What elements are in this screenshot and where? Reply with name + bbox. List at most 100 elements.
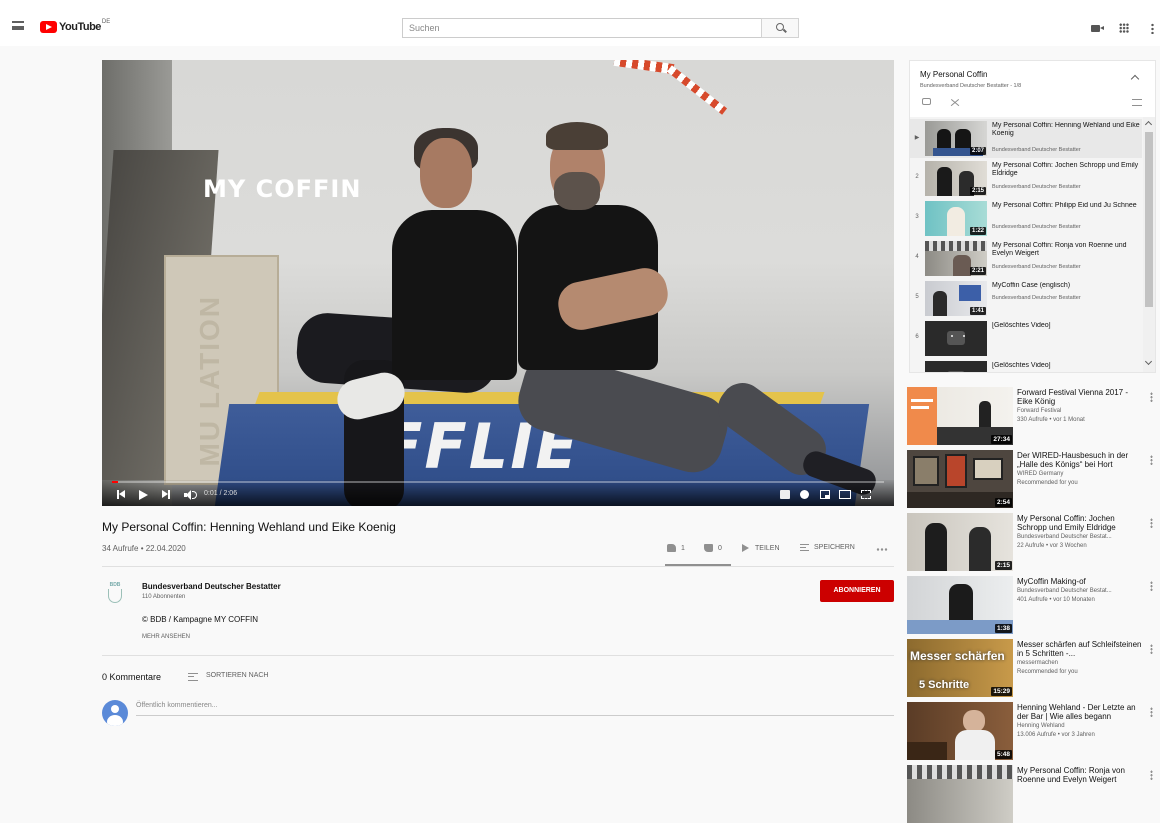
save-label: SPEICHERN <box>814 544 855 551</box>
recommendation-title: Der WIRED-Hausbesuch in der „Halle des K… <box>1017 451 1129 469</box>
recommendation-item[interactable]: Messer schärfen 5 Schritte 15:29 Messer … <box>907 639 1157 697</box>
recommendation-item[interactable]: 27:34 Forward Festival Vienna 2017 - Eik… <box>907 387 1157 445</box>
person-1-head <box>420 138 472 208</box>
duration-badge: 2:15 <box>994 561 1012 570</box>
subtitles-icon[interactable] <box>780 490 790 499</box>
shuffle-icon[interactable] <box>950 98 959 106</box>
playlist-scrollbar[interactable] <box>1143 117 1155 372</box>
show-more-button[interactable]: MEHR ANSEHEN <box>142 634 190 640</box>
recommendation-item[interactable]: 2:15 My Personal Coffin: Jochen Schropp … <box>907 513 1157 571</box>
playlist-item[interactable]: 5 1:41 MyCoffin Case (englisch) Bundesve… <box>910 279 1142 318</box>
thumb-up-icon <box>667 544 676 552</box>
hamburger-menu-icon[interactable] <box>12 21 24 30</box>
progress-bar[interactable] <box>112 481 884 483</box>
settings-gear-icon[interactable] <box>800 490 809 499</box>
more-vert-icon[interactable] <box>1150 644 1153 654</box>
theater-mode-icon[interactable] <box>839 490 851 499</box>
playlist-item[interactable]: ▶ 2:07 My Personal Coffin: Henning Wehla… <box>910 119 1142 158</box>
playlist-item-channel: Bundesverband Deutscher Bestatter <box>992 295 1081 301</box>
scene-board-text: MU LATION <box>194 295 225 467</box>
duration-badge: 15:29 <box>991 687 1012 696</box>
create-video-icon[interactable] <box>1091 25 1104 32</box>
previous-icon[interactable] <box>117 490 126 500</box>
recommendation-title: Messer schärfen auf Schleifsteinen in 5 … <box>1017 640 1142 658</box>
search-input[interactable]: Suchen <box>402 18 761 38</box>
thumbnail-overlay-text: 5 Schritte <box>919 679 970 691</box>
more-vert-icon[interactable] <box>1150 392 1153 402</box>
channel-avatar[interactable]: BDB <box>104 582 126 606</box>
miniplayer-icon[interactable] <box>820 490 830 499</box>
youtube-logo[interactable]: YouTube DE <box>40 19 110 33</box>
playlist-item[interactable]: 7 [Gelöschtes Video] <box>910 359 1142 372</box>
share-button[interactable]: TEILEN <box>742 544 780 552</box>
dislike-button[interactable]: 0 <box>704 544 722 552</box>
chevron-down-icon[interactable] <box>1144 357 1153 366</box>
like-button[interactable]: 1 <box>667 544 685 552</box>
playlist-item[interactable]: 4 2:21 My Personal Coffin: Ronja von Roe… <box>910 239 1142 278</box>
recommendation-item[interactable]: 5:48 Henning Wehland - Der Letzte an der… <box>907 702 1157 760</box>
save-button[interactable]: SPEICHERN <box>800 544 855 551</box>
thumb-figure <box>955 730 995 760</box>
recommendation-title: Forward Festival Vienna 2017 - Eike Köni… <box>1017 388 1129 406</box>
search-button[interactable] <box>761 18 799 38</box>
chevron-up-icon[interactable] <box>1130 74 1140 84</box>
video-player[interactable]: MU LATION MY COFFIN FFLIE 0:01 / 2:06 <box>102 60 894 506</box>
playlist-item[interactable]: 2 2:15 My Personal Coffin: Jochen Schrop… <box>910 159 1142 198</box>
playlist-thumbnail: 2:15 <box>925 161 987 196</box>
subscribe-button[interactable]: ABONNIEREN <box>820 580 894 602</box>
channel-name[interactable]: Bundesverband Deutscher Bestatter <box>142 582 281 591</box>
recommendation-thumbnail <box>907 765 1013 823</box>
playlist-save-icon[interactable] <box>1132 99 1142 106</box>
comment-input[interactable]: Öffentlich kommentieren... <box>136 702 894 716</box>
loop-icon[interactable] <box>922 98 931 105</box>
scrollbar-thumb[interactable] <box>1145 132 1153 307</box>
playlist-item[interactable]: 3 1:22 My Personal Coffin: Philipp Eid u… <box>910 199 1142 238</box>
thumb-slide <box>907 387 937 445</box>
playlist-item-title: My Personal Coffin: Philipp Eid und Ju S… <box>992 202 1137 209</box>
settings-more-icon[interactable] <box>1151 23 1154 34</box>
recommendation-item[interactable]: 2:54 Der WIRED-Hausbesuch in der „Halle … <box>907 450 1157 508</box>
duration-badge: 1:41 <box>969 307 986 315</box>
thumb-slide-line <box>911 399 933 402</box>
comments-count: 0 Kommentare <box>102 672 162 682</box>
sort-icon[interactable] <box>188 673 198 681</box>
chevron-up-icon[interactable] <box>1144 120 1153 129</box>
person-2-beard <box>554 172 600 210</box>
duration-badge: 5:48 <box>994 750 1012 759</box>
more-vert-icon[interactable] <box>1150 707 1153 717</box>
more-vert-icon[interactable] <box>1150 581 1153 591</box>
thumb-frame <box>973 458 1003 480</box>
thumb-figure <box>947 207 965 236</box>
more-vert-icon[interactable] <box>1150 455 1153 465</box>
playlist-subtitle: Bundesverband Deutscher Bestatter - 1/8 <box>920 83 1022 89</box>
recommendation-item[interactable]: My Personal Coffin: Ronja von Roenne und… <box>907 765 1157 823</box>
thumb-shelf <box>907 765 1013 779</box>
playlist-title[interactable]: My Personal Coffin <box>920 70 987 79</box>
more-vert-icon[interactable] <box>1150 518 1153 528</box>
like-count: 1 <box>681 544 685 552</box>
time-display: 0:01 / 2:06 <box>204 490 238 497</box>
recommendation-thumbnail: 1:38 <box>907 576 1013 634</box>
thumb-screen <box>959 285 981 301</box>
recommendation-channel: WIRED Germany <box>1017 471 1064 477</box>
sort-button[interactable]: SORTIEREN NACH <box>206 672 269 679</box>
fullscreen-icon[interactable] <box>861 490 871 499</box>
recommendation-channel: messermachen <box>1017 660 1059 666</box>
playlist-item[interactable]: 6 [Gelöschtes Video] <box>910 319 1142 358</box>
search-icon <box>776 23 784 31</box>
next-icon[interactable] <box>162 490 171 500</box>
playlist-item-index: 3 <box>915 214 919 220</box>
play-icon[interactable] <box>139 490 148 500</box>
apps-grid-icon[interactable] <box>1119 23 1129 33</box>
recommendation-stats: 330 Aufrufe • vor 1 Monat <box>1017 417 1085 423</box>
playlist-item-index: 2 <box>915 174 919 180</box>
recommendation-channel: Forward Festival <box>1017 408 1062 414</box>
more-vert-icon[interactable] <box>1150 770 1153 780</box>
duration-badge: 2:21 <box>969 267 986 275</box>
recommendation-item[interactable]: 1:38 MyCoffin Making-of Bundesverband De… <box>907 576 1157 634</box>
thumb-figure <box>953 255 971 276</box>
thumb-frame <box>913 456 939 486</box>
scene-tape <box>613 60 675 75</box>
more-actions-icon[interactable] <box>876 548 888 551</box>
playlist-item-title: MyCoffin Case (englisch) <box>992 282 1071 289</box>
